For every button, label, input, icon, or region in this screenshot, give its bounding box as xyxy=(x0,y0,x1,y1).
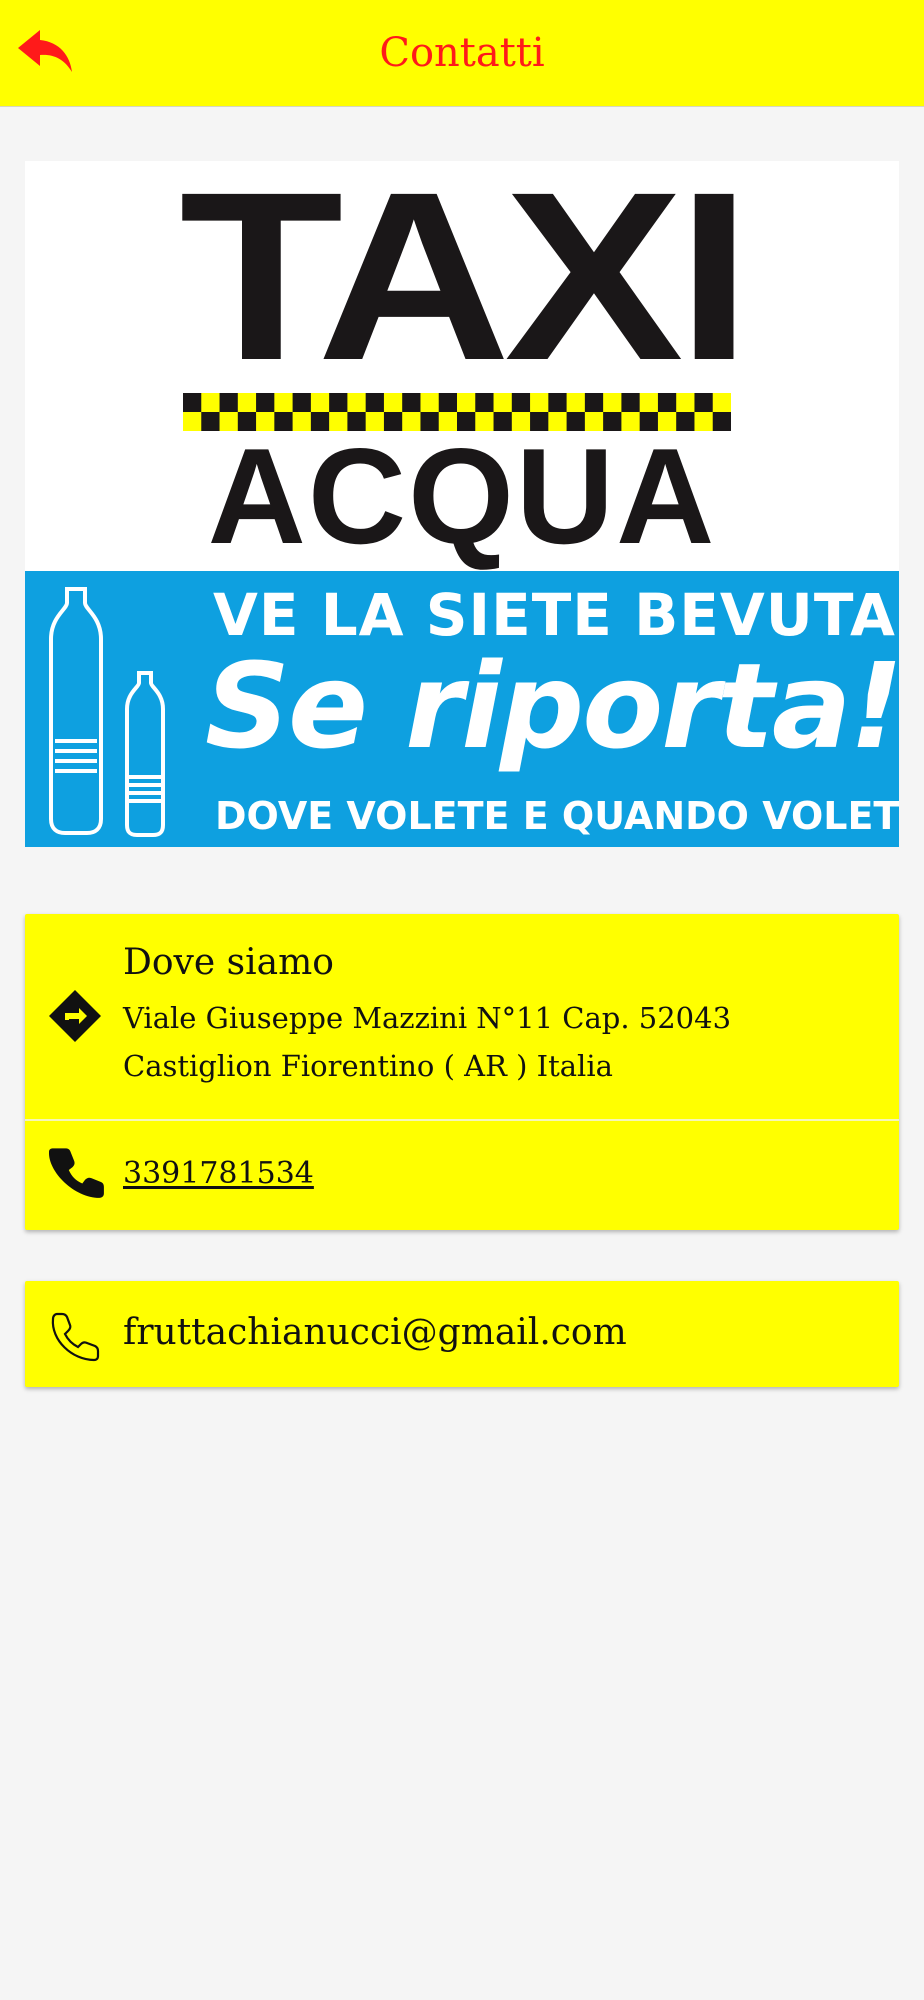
banner-tagline-bottom: DOVE VOLETE E QUANDO VOLETE xyxy=(215,794,899,838)
checker-square xyxy=(292,393,312,413)
banner-logo-area: TAXI ACQUA xyxy=(25,161,899,571)
page-title: Contatti xyxy=(379,30,545,76)
checker-square xyxy=(584,393,604,413)
checker-square xyxy=(676,393,695,413)
phone-outline-icon xyxy=(51,1312,100,1362)
checker-square xyxy=(402,393,421,413)
checker-square xyxy=(310,393,330,413)
checker-square xyxy=(219,393,239,413)
address-text: Viale Giuseppe Mazzini N°11 Cap. 52043 C… xyxy=(123,1001,732,1083)
phone-icon xyxy=(48,1148,104,1198)
checker-square xyxy=(603,393,622,413)
checker-square xyxy=(475,393,495,413)
checker-square xyxy=(712,393,731,413)
checker-square xyxy=(365,393,385,413)
checker-square xyxy=(329,393,348,413)
phone-number-link[interactable]: 3391781534 xyxy=(123,1151,314,1197)
email-link[interactable]: fruttachianucci@gmail.com xyxy=(123,1310,627,1356)
checker-square xyxy=(530,393,549,413)
banner-title-taxi: TAXI xyxy=(179,161,751,410)
checker-square xyxy=(457,393,476,413)
banner-title-acqua: ACQUA xyxy=(207,420,717,572)
address-row[interactable]: Dove siamo Viale Giuseppe Mazzini N°11 C… xyxy=(25,914,899,1120)
top-app-bar: Contatti xyxy=(0,0,924,107)
checker-square xyxy=(621,393,641,413)
checker-square xyxy=(566,393,586,413)
checker-square xyxy=(256,393,275,413)
checker-square xyxy=(639,393,659,413)
water-bottles-icon xyxy=(49,587,165,837)
checker-square xyxy=(183,412,202,431)
checker-square xyxy=(438,393,458,413)
directions-icon xyxy=(49,990,101,1042)
taxi-acqua-banner: TAXI ACQUA VE LA SIETE BEVUTA? Se riport… xyxy=(25,161,899,847)
address-title: Dove siamo xyxy=(123,942,334,983)
checker-square xyxy=(420,393,440,413)
checker-square xyxy=(511,393,531,413)
checker-square xyxy=(493,393,513,413)
app-screen: Contatti TAXI ACQUA VE LA SIETE BEVUTA? … xyxy=(0,0,924,2000)
checker-square xyxy=(347,393,367,413)
email-card[interactable]: fruttachianucci@gmail.com xyxy=(25,1281,899,1387)
checker-square xyxy=(548,393,568,413)
checker-square xyxy=(657,393,677,413)
checker-square xyxy=(201,393,221,413)
checker-square xyxy=(183,393,202,413)
banner-tagline-main: Se riporta! xyxy=(205,637,899,775)
checker-square xyxy=(274,393,294,413)
contact-card: Dove siamo Viale Giuseppe Mazzini N°11 C… xyxy=(25,914,899,1230)
checker-square xyxy=(237,393,257,413)
checker-square xyxy=(383,393,403,413)
banner-tagline-area: VE LA SIETE BEVUTA? Se riporta! DOVE VOL… xyxy=(25,571,899,847)
checker-square xyxy=(694,393,714,413)
phone-row[interactable]: 3391781534 xyxy=(25,1121,899,1230)
